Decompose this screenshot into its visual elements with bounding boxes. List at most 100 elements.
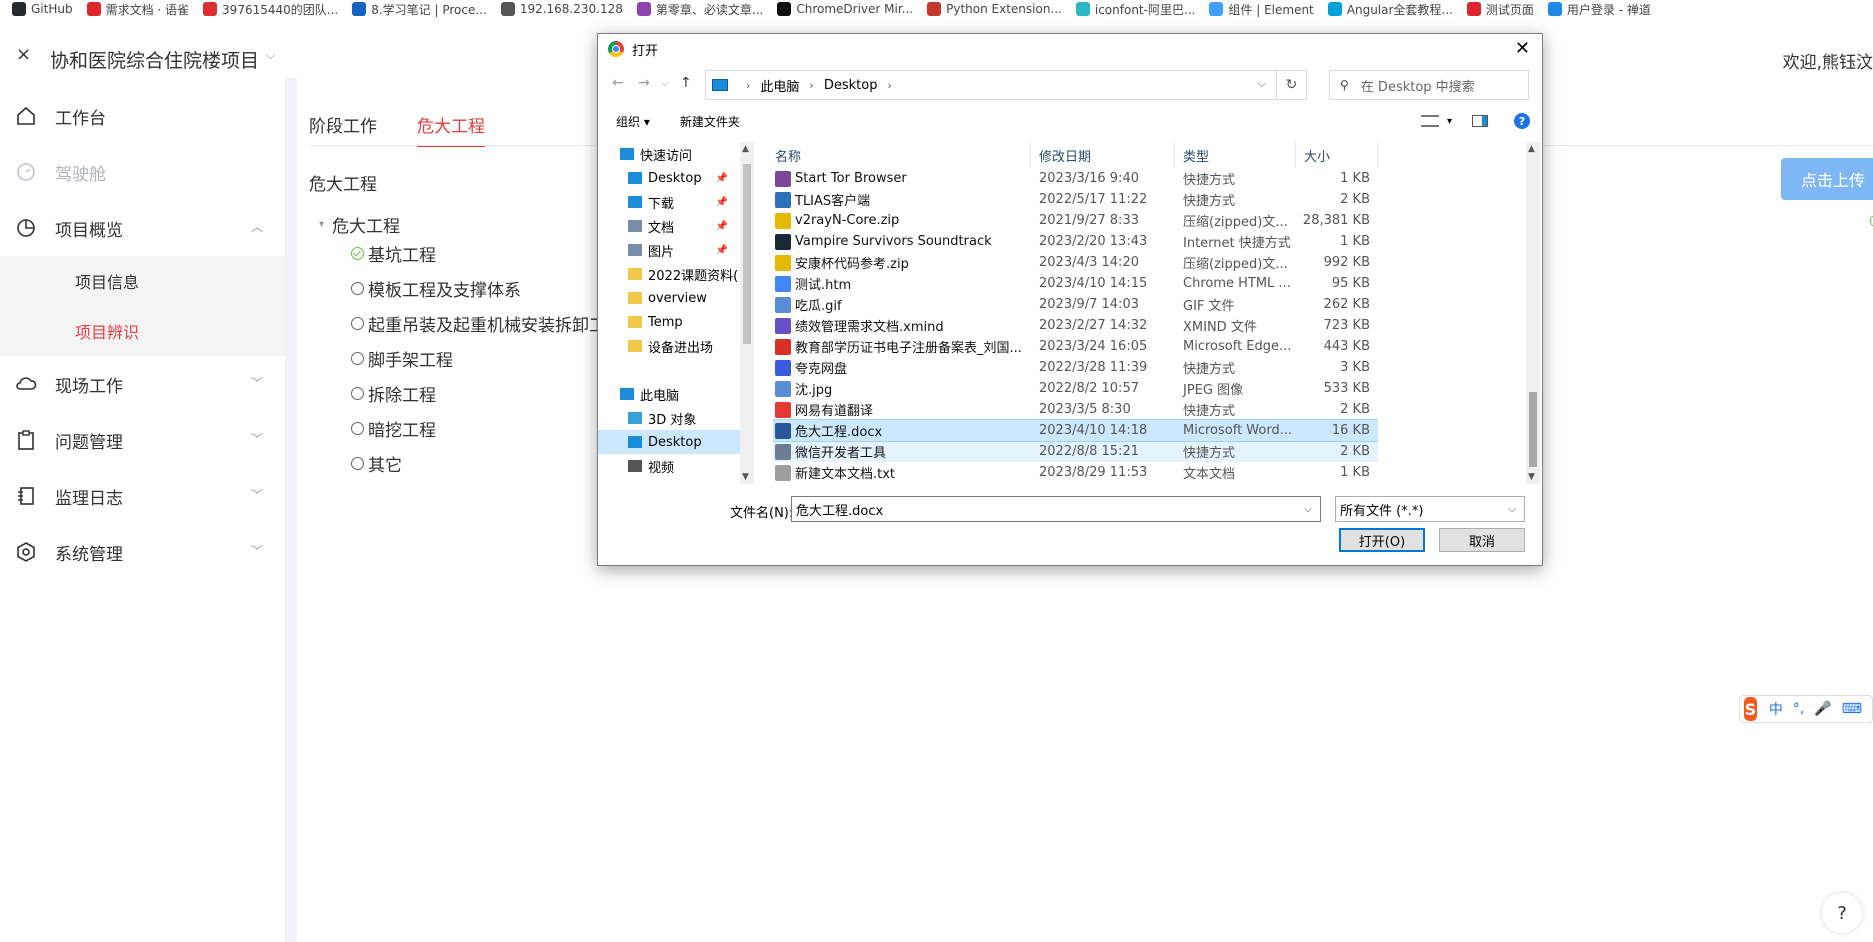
radio-icon[interactable] — [351, 282, 364, 295]
nav-item[interactable]: Temp — [598, 310, 744, 334]
bookmark-item[interactable]: Angular全套教程... — [1327, 1, 1453, 18]
help-icon[interactable]: ? — [1514, 113, 1530, 129]
check-circle-icon[interactable] — [351, 247, 364, 260]
sidebar-item-system-management[interactable]: 系统管理 ﹀ — [0, 524, 285, 580]
scroll-down-icon[interactable]: ▼ — [742, 472, 749, 482]
back-arrow-icon[interactable]: ← — [612, 75, 624, 91]
chevron-down-icon[interactable]: ⌵ — [1304, 504, 1312, 515]
file-row[interactable]: TLIAS客户端 2022/5/17 11:22 快捷方式 2 KB — [773, 189, 1378, 210]
bookmark-item[interactable]: 测试页面 — [1466, 1, 1534, 18]
bookmark-item[interactable]: iconfont-阿里巴... — [1075, 1, 1195, 18]
scroll-up-icon[interactable]: ▲ — [742, 144, 749, 154]
sidebar-item-issue-management[interactable]: 问题管理 ﹀ — [0, 412, 285, 468]
breadcrumb-item[interactable]: 此电脑 — [760, 76, 799, 95]
keyboard-icon[interactable]: ⌨ — [1842, 701, 1862, 717]
sidebar-item-workbench[interactable]: 工作台 — [0, 88, 285, 144]
nav-item[interactable]: Desktop 📌 — [598, 166, 744, 190]
chevron-right-icon[interactable]: › — [887, 79, 891, 92]
file-row[interactable]: 沈.jpg 2022/8/2 10:57 JPEG 图像 533 KB — [773, 378, 1378, 399]
microphone-icon[interactable]: 🎤 — [1814, 701, 1831, 717]
ime-punctuation[interactable]: °, — [1793, 701, 1804, 717]
radio-icon[interactable] — [351, 352, 364, 365]
file-row[interactable]: Start Tor Browser 2023/3/16 9:40 快捷方式 1 KB — [773, 168, 1378, 189]
bookmark-item[interactable]: GitHub — [12, 2, 73, 16]
nav-item[interactable]: 2022课题资料( — [598, 262, 744, 286]
filename-input[interactable]: 危大工程.docx ⌵ — [791, 496, 1321, 522]
sidebar-item-supervision-log[interactable]: 监理日志 ﹀ — [0, 468, 285, 524]
close-icon[interactable]: ✕ — [1515, 38, 1530, 59]
radio-icon[interactable] — [351, 387, 364, 400]
column-date[interactable]: 修改日期 — [1031, 142, 1175, 168]
chevron-down-icon[interactable]: ⌵ — [1508, 504, 1516, 515]
scroll-up-icon[interactable]: ▲ — [1528, 144, 1535, 154]
tree-node[interactable]: 基坑工程 — [319, 236, 623, 271]
tree-root[interactable]: ▾ 危大工程 — [319, 212, 623, 237]
column-type[interactable]: 类型 — [1175, 142, 1296, 168]
help-button[interactable]: ? — [1822, 893, 1862, 933]
bookmark-item[interactable]: Python Extension... — [927, 2, 1062, 16]
file-type-select[interactable]: 所有文件 (*.*) ⌵ — [1335, 496, 1525, 522]
scroll-down-icon[interactable]: ▼ — [1528, 472, 1535, 482]
file-row[interactable]: 吃瓜.gif 2023/9/7 14:03 GIF 文件 262 KB — [773, 294, 1378, 315]
tree-node[interactable]: 拆除工程 — [319, 376, 623, 411]
nav-item[interactable]: 设备进出场 — [598, 334, 744, 358]
nav-item[interactable]: 3D 对象 — [598, 406, 744, 430]
project-dropdown-icon[interactable]: ⌵ — [266, 48, 275, 63]
address-bar[interactable]: › 此电脑 › Desktop › ⌵ — [705, 70, 1277, 100]
new-folder-button[interactable]: 新建文件夹 — [680, 113, 740, 130]
column-name[interactable]: 名称 — [773, 142, 1031, 168]
nav-item[interactable]: 下载 📌 — [598, 190, 744, 214]
search-input[interactable]: ⚲ 在 Desktop 中搜索 — [1329, 70, 1529, 100]
breadcrumb-item[interactable]: Desktop — [824, 78, 878, 93]
organize-button[interactable]: 组织 ▾ — [616, 113, 650, 130]
sidebar-item-project-overview[interactable]: 项目概览 ︿ — [0, 200, 285, 256]
sogou-logo-icon[interactable]: S — [1744, 697, 1757, 721]
tree-node[interactable]: 暗挖工程 — [319, 411, 623, 446]
cancel-button[interactable]: 取消 — [1439, 528, 1525, 552]
navigation-scrollbar[interactable]: ▲ ▼ — [740, 142, 754, 484]
bookmark-item[interactable]: 用户登录 - 禅道 — [1547, 1, 1651, 18]
nav-item[interactable]: 此电脑 — [598, 382, 744, 406]
tree-node[interactable]: 脚手架工程 — [319, 341, 623, 376]
bookmark-item[interactable]: 397615440的团队... — [203, 1, 338, 18]
nav-item[interactable]: 视频 — [598, 454, 744, 478]
sidebar-item-cockpit[interactable]: 驾驶舱 — [0, 144, 285, 200]
chevron-right-icon[interactable]: › — [809, 79, 813, 92]
tree-node[interactable]: 模板工程及支撑体系 — [319, 271, 623, 306]
bookmark-item[interactable]: 组件 | Element — [1209, 1, 1314, 18]
project-title[interactable]: 协和医院综合住院楼项目 — [50, 46, 259, 73]
file-row[interactable]: 教育部学历证书电子注册备案表_刘国... 2023/3/24 16:05 Micro… — [773, 336, 1378, 357]
chevron-down-icon[interactable]: ⌵ — [1258, 77, 1266, 91]
caret-down-icon[interactable]: ▾ — [1447, 116, 1452, 127]
preview-pane-icon[interactable] — [1472, 115, 1488, 127]
file-row[interactable]: Vampire Survivors Soundtrack 2023/2/20 13… — [773, 231, 1378, 252]
file-row[interactable]: 危大工程.docx 2023/4/10 14:18 Microsoft Word..… — [773, 419, 1378, 442]
bookmark-item[interactable]: 8.学习笔记 | Proce... — [352, 1, 487, 18]
nav-item[interactable]: 图片 📌 — [598, 238, 744, 262]
radio-icon[interactable] — [351, 457, 364, 470]
file-row[interactable]: 新建文本文档.txt 2023/8/29 11:53 文本文档 1 KB — [773, 462, 1378, 483]
file-row[interactable]: 绩效管理需求文档.xmind 2023/2/27 14:32 XMIND 文件 723… — [773, 315, 1378, 336]
recent-locations-icon[interactable]: ⌵ — [661, 78, 669, 89]
tree-node[interactable]: 其它 — [319, 446, 623, 481]
radio-icon[interactable] — [351, 317, 364, 330]
ime-toolbar[interactable]: S 中 °, 🎤 ⌨ — [1739, 695, 1873, 723]
file-list-scrollbar[interactable]: ▲ ▼ — [1526, 142, 1540, 484]
scrollbar-thumb[interactable] — [743, 164, 751, 344]
bookmark-item[interactable]: 第零章、必读文章... — [636, 1, 763, 18]
refresh-button[interactable]: ↻ — [1277, 70, 1307, 100]
forward-arrow-icon[interactable]: → — [638, 75, 650, 91]
column-size[interactable]: 大小 — [1296, 142, 1378, 168]
close-project-icon[interactable]: × — [16, 44, 31, 65]
nav-item[interactable]: overview — [598, 286, 744, 310]
caret-down-icon[interactable]: ▾ — [319, 219, 324, 230]
radio-icon[interactable] — [351, 422, 364, 435]
chevron-right-icon[interactable]: › — [746, 79, 750, 92]
view-options-icon[interactable] — [1420, 115, 1439, 127]
file-row[interactable]: 夸克网盘 2022/3/28 11:39 快捷方式 3 KB — [773, 357, 1378, 378]
nav-item[interactable]: Desktop — [598, 430, 744, 454]
file-row[interactable]: v2rayN-Core.zip 2021/9/27 8:33 压缩(zipped)文… — [773, 210, 1378, 231]
scrollbar-thumb[interactable] — [1529, 392, 1537, 467]
file-row[interactable]: 测试.htm 2023/4/10 14:15 Chrome HTML ... 95 K… — [773, 273, 1378, 294]
nav-item[interactable]: 图片 — [598, 478, 744, 484]
